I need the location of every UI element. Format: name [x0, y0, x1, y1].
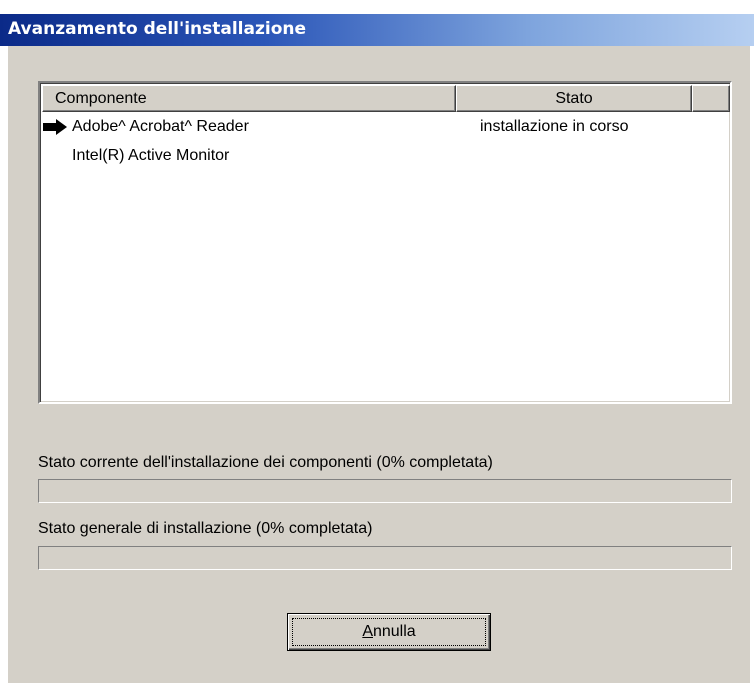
- window-title: Avanzamento dell'installazione: [8, 19, 307, 39]
- title-bar[interactable]: Avanzamento dell'installazione: [0, 14, 754, 46]
- focus-rectangle: Annulla: [292, 618, 486, 646]
- overall-progress-label: Stato generale di installazione (0% comp…: [38, 520, 373, 537]
- column-header-status[interactable]: Stato: [456, 85, 692, 112]
- installation-progress-dialog: Avanzamento dell'installazione Component…: [0, 0, 754, 683]
- overall-progress-bar: [38, 546, 732, 570]
- column-header-component[interactable]: Componente: [42, 85, 456, 112]
- current-progress-label: Stato corrente dell'installazione dei co…: [38, 454, 493, 471]
- list-header: Componente Stato: [42, 85, 730, 112]
- right-arrow-icon: [43, 119, 67, 135]
- component-list[interactable]: Componente Stato Adobe^ Acrobat^ Reader …: [38, 81, 732, 404]
- column-header-filler: [692, 85, 730, 112]
- cancel-accelerator: A: [362, 623, 373, 640]
- component-name: Adobe^ Acrobat^ Reader: [72, 118, 249, 135]
- list-item[interactable]: Adobe^ Acrobat^ Reader installazione in …: [40, 114, 730, 140]
- current-progress-bar: [38, 479, 732, 503]
- cancel-button[interactable]: Annulla: [287, 613, 491, 651]
- component-status: installazione in corso: [480, 118, 629, 135]
- cancel-label-rest: nnulla: [372, 623, 416, 640]
- component-name: Intel(R) Active Monitor: [72, 147, 230, 164]
- list-item[interactable]: Intel(R) Active Monitor: [40, 143, 730, 169]
